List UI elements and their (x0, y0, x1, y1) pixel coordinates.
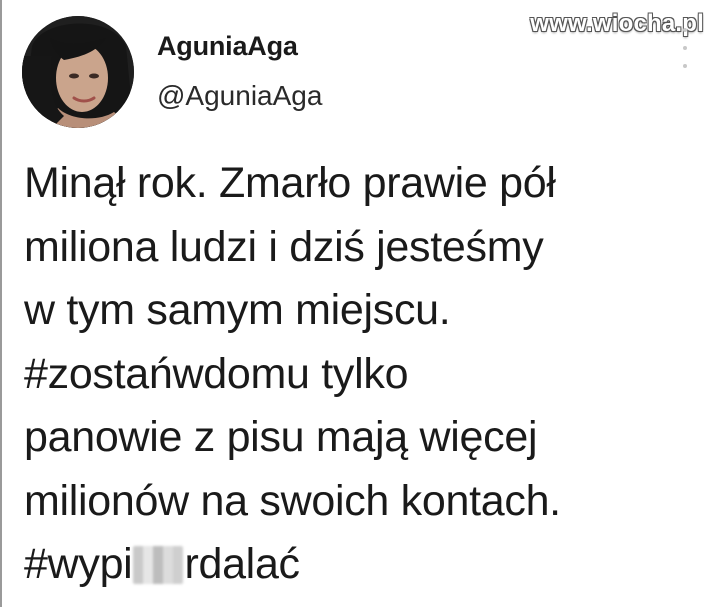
user-info: AguniaAga @AguniaAga (157, 30, 322, 112)
dot (683, 28, 687, 32)
hashtag-line-censored[interactable]: #wypi rdalać (24, 533, 704, 597)
tweet-line: milionów na swoich kontach. (24, 476, 561, 525)
hashtag-part: rdalać (184, 540, 300, 588)
site-watermark: www.wiocha.pl (530, 10, 704, 37)
tweet-text: Minął rok. Zmarło prawie pół miliona lud… (24, 152, 704, 597)
hashtag-line[interactable]: #zostańwdomu tylko (24, 343, 704, 407)
display-name[interactable]: AguniaAga (157, 30, 322, 62)
avatar[interactable] (22, 16, 134, 128)
censor-blur (133, 546, 184, 584)
tweet-card: AguniaAga @AguniaAga www.wiocha.pl Minął… (0, 0, 720, 607)
user-handle[interactable]: @AguniaAga (157, 80, 322, 112)
more-vertical-icon[interactable] (680, 28, 690, 68)
tweet-line: panowie z pisu mają więcej (24, 413, 538, 461)
dot (683, 46, 687, 50)
window-edge (0, 0, 2, 607)
tweet-line: miliona ludzi i dziś jesteśmy (24, 222, 544, 271)
avatar-photo-icon (22, 16, 134, 128)
hashtag-part: #wypi (24, 540, 133, 588)
tweet-line: Minął rok. Zmarło prawie pół (24, 159, 556, 207)
tweet-line: w tym samym miejscu. (24, 286, 451, 334)
dot (683, 64, 687, 68)
